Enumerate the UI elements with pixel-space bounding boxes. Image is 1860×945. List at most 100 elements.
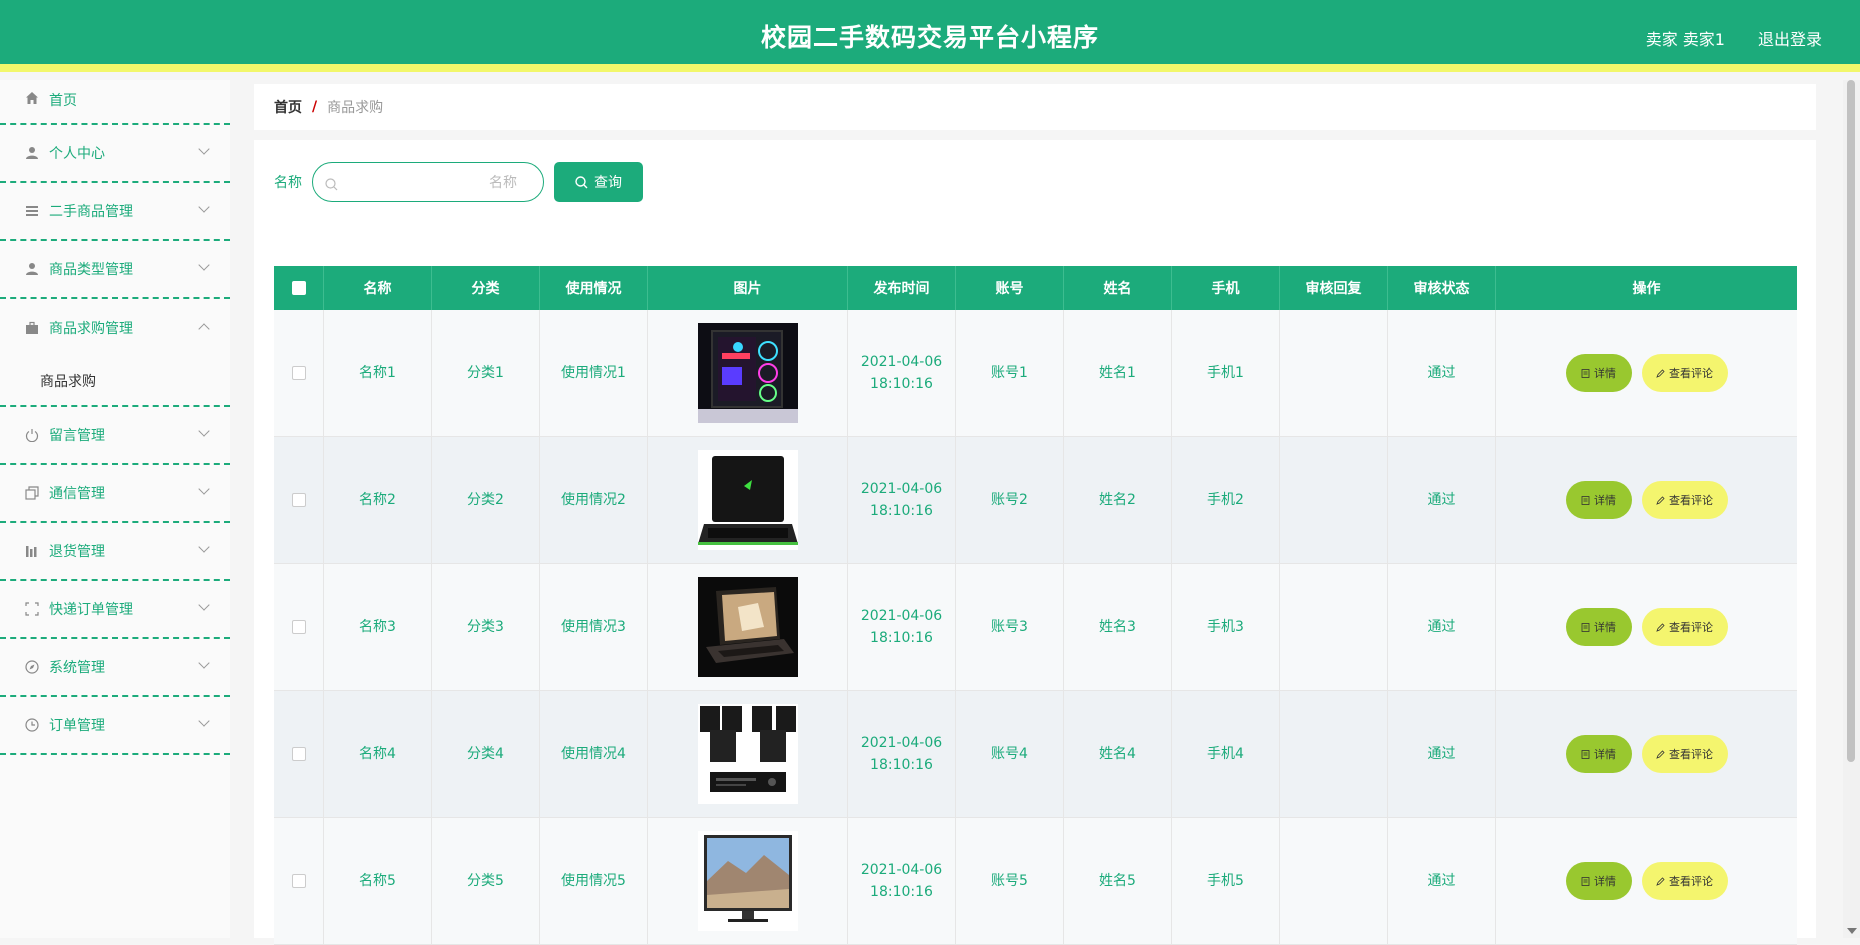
detail-label: 详情	[1594, 749, 1616, 761]
row-checkbox[interactable]	[291, 874, 306, 888]
column-header[interactable]: 账号	[956, 266, 1064, 310]
sidebar-item-goods-type[interactable]: 商品类型管理	[0, 241, 230, 299]
scrollbar-thumb[interactable]	[1847, 80, 1855, 762]
sidebar-item-wanted-goods[interactable]: 商品求购管理	[0, 299, 230, 357]
column-header[interactable]: 发布时间	[848, 266, 956, 310]
sidebar-item-label: 系统管理	[49, 660, 105, 676]
cell-publish-time: 2021-04-06 18:10:16	[848, 818, 956, 944]
product-image-desktop-pc[interactable]	[697, 323, 798, 423]
edit-icon	[1656, 368, 1665, 378]
publish-date: 2021-04-06	[860, 862, 943, 878]
column-header[interactable]: 图片	[648, 266, 848, 310]
breadcrumb-home[interactable]: 首页	[274, 97, 302, 117]
cell-actions: 详情 查看评论	[1496, 564, 1797, 690]
publish-time: 18:10:16	[870, 757, 933, 773]
column-header[interactable]: 手机	[1172, 266, 1280, 310]
sidebar-item-messages[interactable]: 留言管理	[0, 407, 230, 465]
app-title: 校园二手数码交易平台小程序	[760, 23, 1099, 52]
chevron-down-icon	[198, 715, 210, 727]
detail-button[interactable]: 详情	[1565, 862, 1632, 900]
search-input[interactable]	[343, 165, 543, 199]
sidebar-item-secondhand-goods[interactable]: 二手商品管理	[0, 183, 230, 241]
sidebar-item-label: 二手商品管理	[49, 204, 133, 220]
view-reviews-button[interactable]: 查看评论	[1641, 481, 1728, 519]
view-reviews-button[interactable]: 查看评论	[1641, 862, 1728, 900]
clock-icon	[24, 717, 40, 733]
search-button-label: 查询	[594, 174, 622, 190]
product-image-laptop-dark[interactable]	[697, 577, 798, 677]
select-all-checkbox[interactable]	[291, 281, 306, 295]
column-header[interactable]: 分类	[432, 266, 540, 310]
column-header[interactable]: 审核回复	[1280, 266, 1388, 310]
cell-reply	[1280, 437, 1388, 563]
page-scrollbar[interactable]	[1843, 80, 1860, 938]
view-reviews-button[interactable]: 查看评论	[1641, 608, 1728, 646]
briefcase-icon	[24, 320, 40, 336]
row-checkbox[interactable]	[291, 747, 306, 761]
table-row: 名称5 分类5 使用情况5 2021-04-06 18:10:16 账号5 姓名…	[274, 818, 1797, 945]
cell-name: 名称5	[324, 818, 432, 944]
row-checkbox[interactable]	[291, 493, 306, 507]
column-header[interactable]: 名称	[324, 266, 432, 310]
cell-account: 账号2	[956, 437, 1064, 563]
document-icon	[1581, 876, 1590, 886]
cell-image	[648, 818, 848, 944]
detail-button[interactable]: 详情	[1565, 735, 1632, 773]
sidebar-item-label: 商品类型管理	[49, 262, 133, 278]
fullscreen-icon	[24, 601, 40, 617]
scroll-down-arrow-icon[interactable]	[1847, 928, 1857, 934]
publish-time: 18:10:16	[870, 376, 933, 392]
search-icon	[575, 175, 588, 188]
column-header[interactable]: 使用情况	[540, 266, 648, 310]
cell-category: 分类4	[432, 691, 540, 817]
chevron-down-icon	[198, 259, 210, 271]
product-image-speakers[interactable]	[697, 704, 798, 804]
view-reviews-button[interactable]: 查看评论	[1641, 735, 1728, 773]
sidebar-item-orders[interactable]: 订单管理	[0, 697, 230, 755]
sidebar-item-communication[interactable]: 通信管理	[0, 465, 230, 523]
sidebar-item-system[interactable]: 系统管理	[0, 639, 230, 697]
sidebar-item-profile[interactable]: 个人中心	[0, 125, 230, 183]
column-header[interactable]: 姓名	[1064, 266, 1172, 310]
sidebar-item-label: 快递订单管理	[49, 602, 133, 618]
publish-time: 18:10:16	[870, 884, 933, 900]
cell-phone: 手机4	[1172, 691, 1280, 817]
product-image-monitor[interactable]	[697, 831, 798, 931]
cell-status: 通过	[1388, 691, 1496, 817]
sidebar-item-label: 首页	[49, 93, 77, 109]
table-row: 名称2 分类2 使用情况2 2021-04-06 18:10:16 账号2 姓名…	[274, 437, 1797, 564]
cell-usage: 使用情况3	[540, 564, 648, 690]
document-icon	[1581, 368, 1590, 378]
row-checkbox[interactable]	[291, 620, 306, 634]
sidebar-subitem-wanted[interactable]: 商品求购	[0, 357, 230, 407]
view-reviews-label: 查看评论	[1669, 495, 1713, 507]
detail-button[interactable]: 详情	[1565, 481, 1632, 519]
cell-category: 分类2	[432, 437, 540, 563]
row-checkbox[interactable]	[291, 366, 306, 380]
detail-button[interactable]: 详情	[1565, 608, 1632, 646]
power-icon	[24, 427, 40, 443]
cell-image	[648, 564, 848, 690]
detail-button[interactable]: 详情	[1565, 354, 1632, 392]
view-reviews-button[interactable]: 查看评论	[1641, 354, 1728, 392]
row-select-cell	[274, 310, 324, 436]
search-button[interactable]: 查询	[554, 162, 643, 202]
current-user: 卖家 卖家1	[1645, 30, 1725, 49]
sidebar-item-returns[interactable]: 退货管理	[0, 523, 230, 581]
cell-usage: 使用情况5	[540, 818, 648, 944]
view-reviews-label: 查看评论	[1669, 622, 1713, 634]
product-image-laptop[interactable]	[697, 450, 798, 550]
publish-time: 18:10:16	[870, 630, 933, 646]
cell-publish-time: 2021-04-06 18:10:16	[848, 691, 956, 817]
top-header: 校园二手数码交易平台小程序 卖家 卖家1 退出登录	[0, 0, 1860, 72]
chevron-up-icon	[198, 323, 210, 335]
sidebar-item-express-orders[interactable]: 快递订单管理	[0, 581, 230, 639]
column-header[interactable]: 审核状态	[1388, 266, 1496, 310]
home-icon	[24, 90, 40, 106]
chevron-down-icon	[198, 425, 210, 437]
sidebar-item-label: 退货管理	[49, 544, 105, 560]
logout-button[interactable]: 退出登录	[1758, 26, 1822, 50]
chart-icon	[24, 543, 40, 559]
cell-status: 通过	[1388, 818, 1496, 944]
sidebar-item-home[interactable]: 首页	[0, 80, 230, 125]
